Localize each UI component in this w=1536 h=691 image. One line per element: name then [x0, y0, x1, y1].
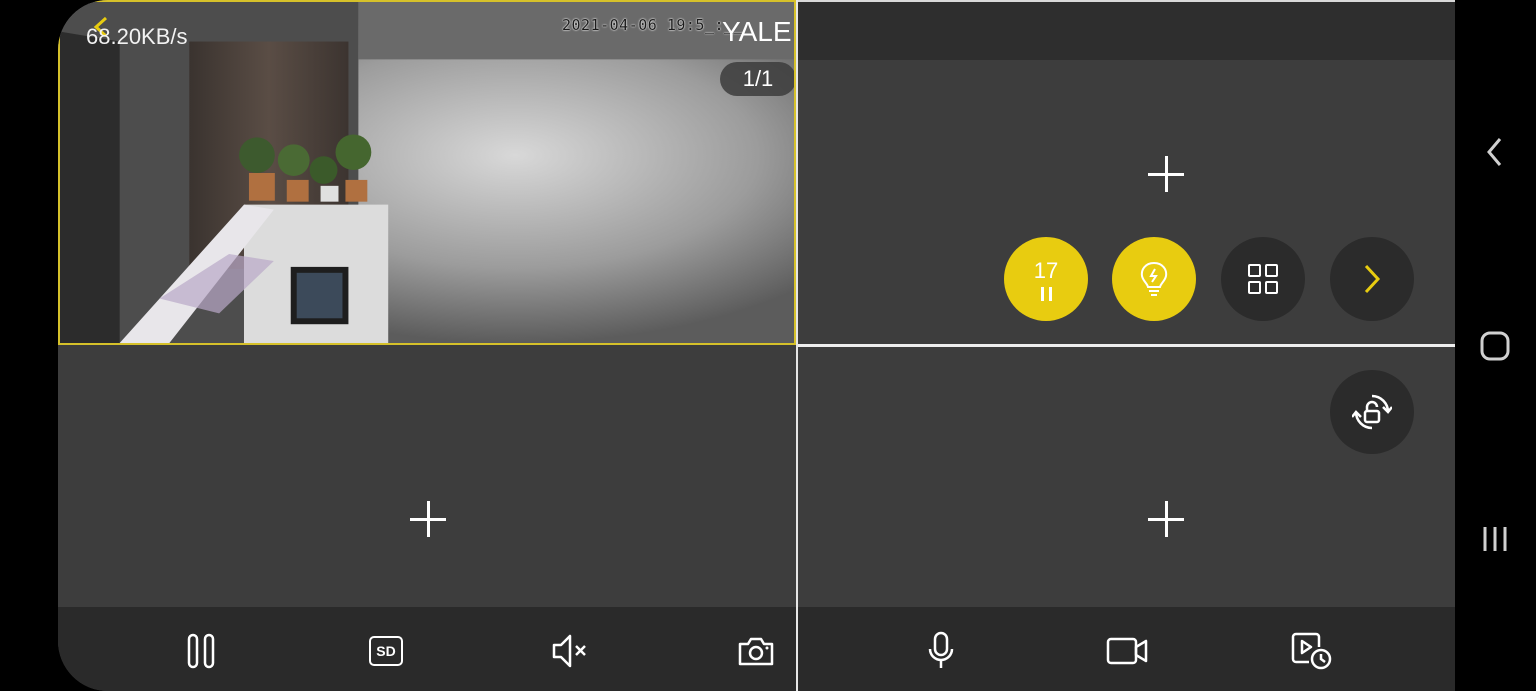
mute-icon [552, 634, 586, 668]
playback-button[interactable] [1290, 629, 1334, 673]
sd-label: SD [376, 643, 396, 659]
grid-icon [1248, 264, 1278, 294]
sd-quality-button[interactable]: SD [364, 629, 408, 673]
camera-icon [738, 637, 774, 666]
lightbulb-icon [1140, 261, 1168, 296]
chevron-right-icon [1364, 264, 1381, 294]
feed-timestamp: 2021-04-06 19:5_:__ [562, 16, 744, 34]
system-navigation-bar [1455, 0, 1536, 691]
nav-back-icon [1487, 138, 1502, 166]
timer-pause-button[interactable]: 17 [1004, 237, 1088, 321]
bitrate-label: 68.20KB/s [86, 24, 188, 49]
page-indicator: 1/1 [720, 62, 794, 96]
talk-button[interactable] [919, 629, 963, 673]
camera-app: 68.20KB/s 2021-04-06 19:5_:__ YALE 1/1 1… [58, 0, 1455, 691]
panel-top-bar [798, 2, 1455, 60]
record-button[interactable] [1105, 629, 1149, 673]
camera-feed-image [60, 2, 794, 343]
camera-name: YALE [722, 16, 792, 47]
bottom-toolbar: SD [58, 607, 1455, 691]
nav-recents-button[interactable] [1475, 519, 1515, 559]
pause-icon [1040, 287, 1052, 301]
camera-panel-1[interactable]: 68.20KB/s 2021-04-06 19:5_:__ YALE 1/1 [58, 0, 796, 345]
nav-home-button[interactable] [1475, 326, 1515, 366]
pause-icon [187, 633, 215, 669]
next-button[interactable] [1330, 237, 1414, 321]
add-camera-icon[interactable] [1148, 156, 1184, 192]
mute-button[interactable] [548, 629, 592, 673]
nav-home-icon [1480, 331, 1510, 361]
video-camera-icon [1106, 637, 1148, 665]
light-button[interactable] [1112, 237, 1196, 321]
add-camera-icon[interactable] [1148, 501, 1184, 537]
snapshot-button[interactable] [734, 629, 778, 673]
add-camera-icon[interactable] [410, 501, 446, 537]
nav-recents-icon [1483, 527, 1507, 551]
panel-divider [798, 344, 1455, 347]
timer-value: 17 [1033, 258, 1059, 283]
rotation-lock-button[interactable] [1330, 370, 1414, 454]
playback-clock-icon [1291, 632, 1332, 670]
toolbar-divider [796, 607, 798, 691]
camera-panel-3[interactable] [58, 347, 796, 607]
nav-back-button[interactable] [1475, 132, 1515, 172]
grid-layout-button[interactable] [1221, 237, 1305, 321]
screen: 68.20KB/s 2021-04-06 19:5_:__ YALE 1/1 1… [0, 0, 1536, 691]
pause-button[interactable] [179, 629, 223, 673]
microphone-icon [928, 631, 954, 668]
rotation-lock-icon [1352, 394, 1392, 430]
